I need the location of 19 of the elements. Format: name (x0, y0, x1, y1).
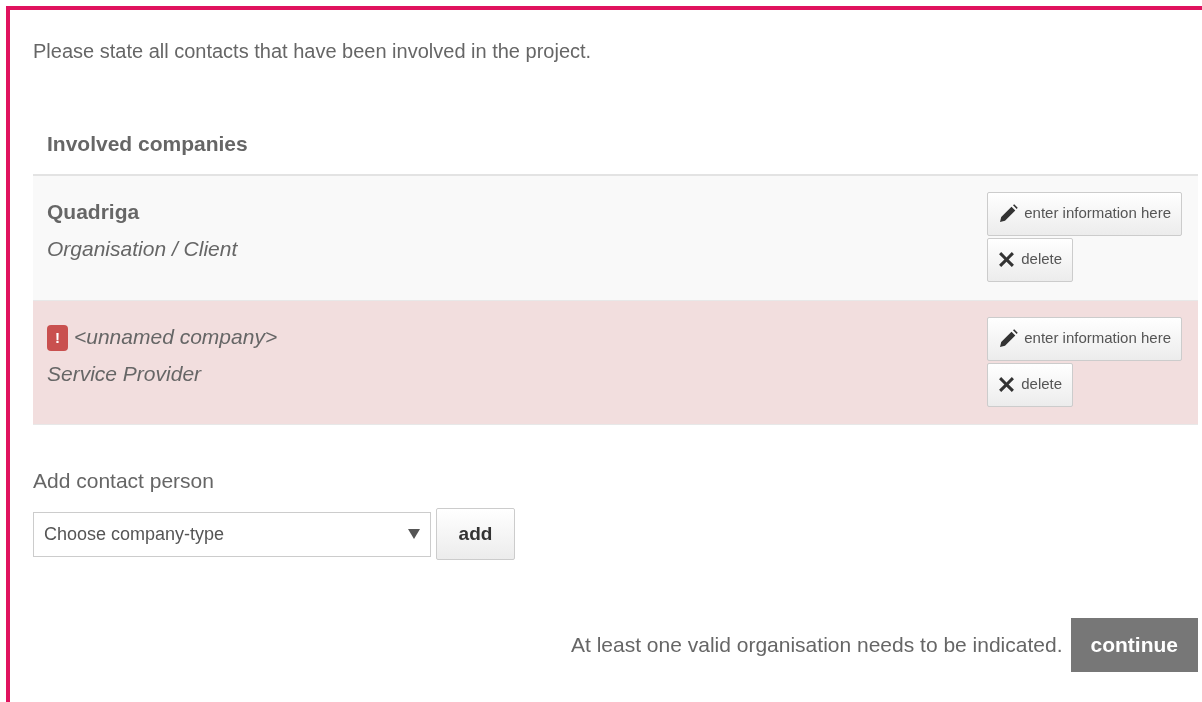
intro-text: Please state all contacts that have been involved in the project. (33, 39, 593, 64)
delete-button[interactable]: delete (987, 237, 1074, 282)
validation-message: At least one valid organisation needs to be indicated. (571, 632, 1063, 659)
pencil-icon (998, 203, 1019, 224)
cross-icon (998, 251, 1016, 268)
company-type-select[interactable]: Choose company-type (33, 511, 431, 557)
add-button[interactable]: add (436, 508, 515, 560)
company-role: Organisation / Client (47, 236, 238, 262)
error-icon: ! (47, 324, 68, 351)
cross-icon (998, 376, 1016, 393)
add-contact-label: Add contact person (33, 467, 215, 494)
company-name: <unnamed company> (74, 324, 278, 348)
edit-button[interactable]: enter information here (987, 191, 1182, 236)
company-role: Service Provider (47, 361, 203, 387)
company-name: Quadriga (47, 199, 140, 223)
dropdown-arrow-icon (408, 528, 420, 540)
edit-button[interactable]: enter information here (987, 316, 1182, 361)
delete-button[interactable]: delete (987, 362, 1074, 407)
pencil-icon (998, 328, 1019, 349)
